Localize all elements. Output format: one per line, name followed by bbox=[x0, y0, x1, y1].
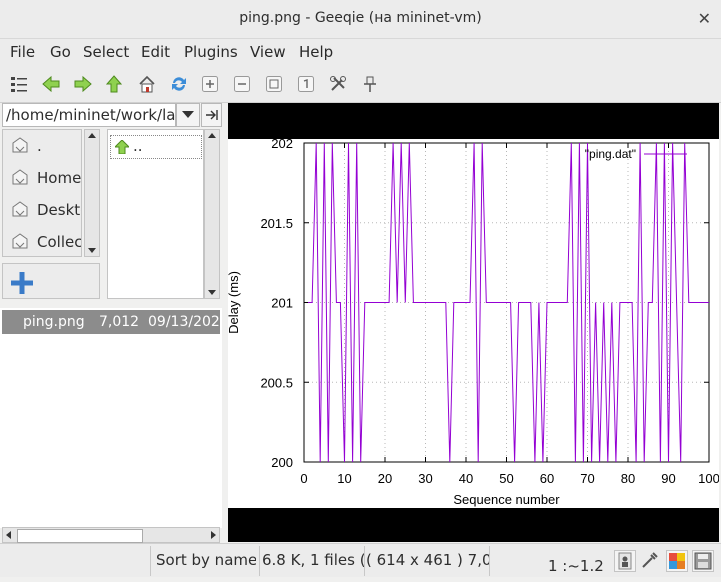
x-axis-label: Sequence number bbox=[453, 492, 560, 507]
folder-bookmark-icon bbox=[9, 135, 31, 157]
up-arrow-icon bbox=[115, 140, 129, 154]
color-profile-icon bbox=[669, 553, 685, 569]
home-icon[interactable] bbox=[137, 74, 157, 94]
menu-select[interactable]: Select bbox=[83, 43, 129, 61]
scroll-arrows-icon bbox=[88, 133, 96, 253]
path-input[interactable]: /home/mininet/work/lab bbox=[2, 103, 176, 127]
refresh-icon[interactable] bbox=[169, 74, 189, 94]
preferences-icon[interactable] bbox=[328, 74, 348, 94]
toolbar bbox=[0, 65, 721, 103]
back-icon[interactable] bbox=[41, 74, 61, 94]
dir-parent-label: .. bbox=[133, 137, 143, 155]
file-size: 7,012 bbox=[99, 314, 140, 330]
x-tick-label: 50 bbox=[499, 471, 513, 486]
status-separator bbox=[150, 546, 151, 576]
image-plot: 0 10 20 30 40 50 60 70 80 90 100 200 200.5 201 201.5 20… bbox=[226, 136, 720, 508]
menu-help[interactable]: Help bbox=[299, 43, 333, 61]
zoom-fit-icon[interactable] bbox=[264, 74, 284, 94]
y-tick-label: 200.5 bbox=[260, 375, 293, 390]
bookmarks-panel: . Home Desktop Collections bbox=[2, 129, 82, 257]
menu-file[interactable]: File bbox=[10, 43, 35, 61]
eyedropper-icon bbox=[642, 552, 658, 568]
color-picker-button[interactable] bbox=[640, 550, 662, 572]
folder-bookmark-icon bbox=[9, 231, 31, 253]
zoom-1-1-icon[interactable] bbox=[296, 74, 316, 94]
x-tick-label: 10 bbox=[337, 471, 351, 486]
path-dropdown-button[interactable] bbox=[176, 103, 200, 127]
x-tick-label: 30 bbox=[418, 471, 432, 486]
pin-icon[interactable] bbox=[360, 74, 380, 94]
info-button[interactable] bbox=[614, 550, 636, 572]
save-icon bbox=[694, 552, 712, 570]
status-position: 1 :~1.2 bbox=[548, 557, 604, 575]
status-separator bbox=[259, 546, 260, 576]
series-line bbox=[308, 142, 709, 463]
x-tick-label: 100 bbox=[698, 471, 719, 486]
plus-icon bbox=[11, 272, 33, 294]
table-row[interactable]: ping.png 7,012 09/13/2022 bbox=[2, 310, 220, 334]
menu-go[interactable]: Go bbox=[50, 43, 71, 61]
file-list bbox=[0, 308, 222, 528]
x-tick-label: 20 bbox=[378, 471, 392, 486]
status-separator bbox=[489, 546, 490, 576]
file-date: 09/13/2022 bbox=[148, 314, 220, 330]
close-button[interactable]: ✕ bbox=[698, 9, 711, 28]
y-tick-label: 202 bbox=[271, 139, 293, 151]
y-tick-label: 200 bbox=[271, 455, 293, 470]
zoom-out-icon[interactable] bbox=[232, 74, 252, 94]
x-tick-label: 60 bbox=[540, 471, 554, 486]
status-separator bbox=[364, 546, 365, 576]
scroll-arrows-icon bbox=[6, 531, 216, 539]
zoom-in-icon[interactable] bbox=[200, 74, 220, 94]
forward-icon[interactable] bbox=[73, 74, 93, 94]
directory-scrollbar[interactable] bbox=[204, 129, 220, 299]
x-tick-label: 0 bbox=[300, 471, 307, 486]
window-title: ping.png - Geeqie (на mininet-vm) bbox=[239, 10, 482, 26]
status-image-dims: ( 614 x 461 ) 7,0 bbox=[366, 551, 489, 569]
scroll-arrows-icon bbox=[208, 133, 216, 295]
menu-bar: File Go Select Edit Plugins View Help bbox=[0, 39, 721, 65]
folder-bookmark-icon bbox=[9, 199, 31, 221]
sort-button[interactable]: Sort by name bbox=[156, 546, 256, 576]
save-button[interactable] bbox=[692, 550, 714, 572]
directory-list: .. bbox=[107, 129, 204, 299]
thumbnails-icon[interactable] bbox=[9, 74, 29, 94]
legend-label: "ping.dat" bbox=[585, 147, 636, 161]
menu-view[interactable]: View bbox=[250, 43, 286, 61]
chevron-down-icon bbox=[182, 111, 194, 118]
x-tick-label: 40 bbox=[459, 471, 473, 486]
file-list-hscrollbar[interactable] bbox=[2, 527, 220, 543]
color-profile-button[interactable] bbox=[666, 550, 688, 572]
path-go-button[interactable] bbox=[201, 103, 222, 127]
menu-plugins[interactable]: Plugins bbox=[184, 43, 238, 61]
file-name: ping.png bbox=[23, 314, 85, 330]
menu-edit[interactable]: Edit bbox=[141, 43, 170, 61]
y-tick-label: 201 bbox=[271, 296, 293, 311]
info-icon bbox=[618, 552, 632, 570]
list-item[interactable]: .. bbox=[110, 135, 202, 159]
folder-bookmark-icon bbox=[9, 167, 31, 189]
status-file-count: 6.8 K, 1 files ( bbox=[262, 551, 364, 569]
ping-chart: 0 10 20 30 40 50 60 70 80 90 100 200 200.5 201 201.5 20… bbox=[226, 136, 720, 507]
x-tick-label: 80 bbox=[621, 471, 635, 486]
y-axis-label: Delay (ms) bbox=[228, 271, 241, 334]
x-tick-label: 90 bbox=[661, 471, 675, 486]
up-icon[interactable] bbox=[104, 74, 124, 94]
add-bookmark-button[interactable] bbox=[2, 263, 100, 299]
bookmarks-scrollbar[interactable] bbox=[84, 129, 100, 257]
y-tick-label: 201.5 bbox=[260, 216, 293, 231]
x-tick-label: 70 bbox=[580, 471, 594, 486]
arrow-right-icon bbox=[205, 110, 218, 120]
